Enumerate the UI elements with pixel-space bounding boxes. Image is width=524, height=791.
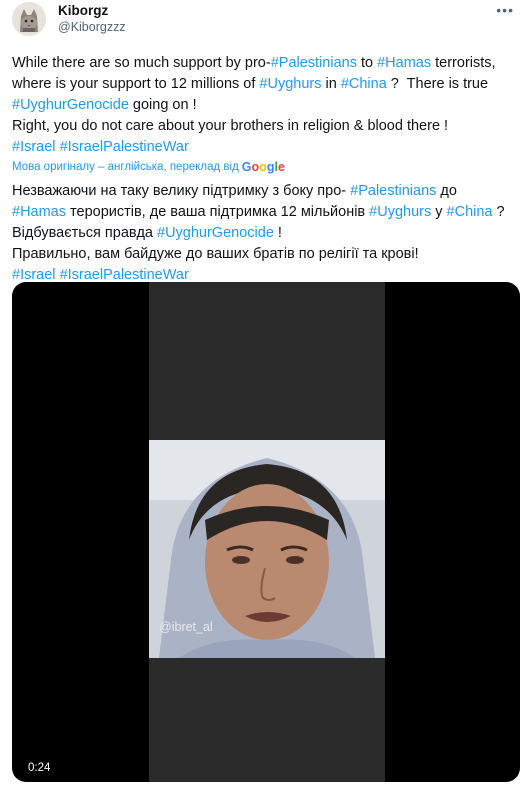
hashtag-israelpalestinewar[interactable]: #IsraelPalestineWar [60, 267, 189, 283]
video-player[interactable]: @ibret_al 0:24 [12, 282, 520, 782]
text-segment: ! [273, 225, 282, 241]
hashtag-uyghurs[interactable]: #Uyghurs [259, 76, 321, 92]
text-segment: where is your support to 12 millions of [12, 76, 260, 92]
cat-avatar-icon [12, 2, 46, 36]
tweet-text-translated: Незважаючи на таку велику підтримку з бо… [12, 181, 518, 286]
username[interactable]: @Kiborgzzz [58, 20, 126, 34]
hashtag-israelpalestinewar[interactable]: #IsraelPalestineWar [60, 139, 189, 155]
hashtag-uyghurgenocide[interactable]: #UyghurGenocide [12, 97, 129, 113]
hashtag-uyghurs[interactable]: #Uyghurs [369, 204, 431, 220]
text-segment: Правильно, вам байдуже до ваших братів п… [12, 246, 419, 262]
translation-note-text: Мова оригіналу – англійська, переклад ві… [12, 161, 239, 173]
text-segment: While there are so much support by pro- [12, 55, 271, 71]
video-still: @ibret_al [149, 440, 385, 658]
video-frame: @ibret_al [149, 282, 385, 782]
text-segment: ? [492, 204, 505, 220]
video-frame-bottom [149, 658, 385, 782]
text-segment: terrorists, [431, 55, 496, 71]
avatar[interactable] [12, 2, 46, 36]
hashtag-palestinians[interactable]: #Palestinians [271, 55, 357, 71]
hashtag-hamas[interactable]: #Hamas [12, 204, 66, 220]
text-segment: ? There is true [386, 76, 489, 92]
hashtag-palestinians[interactable]: #Palestinians [350, 183, 436, 199]
tweet-text-original: While there are so much support by pro-#… [12, 53, 518, 158]
hashtag-israel[interactable]: #Israel [12, 139, 56, 155]
hashtag-israel[interactable]: #Israel [12, 267, 56, 283]
more-options-icon[interactable]: ••• [496, 2, 514, 18]
hashtag-hamas[interactable]: #Hamas [377, 55, 431, 71]
hashtag-uyghurgenocide[interactable]: #UyghurGenocide [157, 225, 274, 241]
translation-attribution[interactable]: Мова оригіналу – англійська, переклад ві… [12, 160, 285, 174]
tweet-card: Kiborgz @Kiborgzzz ••• While there are s… [0, 0, 524, 791]
video-frame-top [149, 282, 385, 440]
video-watermark: @ibret_al [159, 620, 213, 634]
text-segment: to [356, 55, 378, 71]
text-segment: Незважаючи на таку велику підтримку з бо… [12, 183, 351, 199]
text-segment: in [321, 76, 341, 92]
text-segment: going on ! [128, 97, 197, 113]
google-logo: Google [241, 160, 285, 174]
text-segment: терористів, де ваша підтримка 12 мільйон… [66, 204, 370, 220]
text-segment: Right, you do not care about your brothe… [12, 118, 449, 134]
text-segment: Відбувається правда [12, 225, 157, 241]
hashtag-china[interactable]: #China [341, 76, 387, 92]
hashtag-china[interactable]: #China [447, 204, 493, 220]
text-segment: у [431, 204, 447, 220]
video-duration: 0:24 [28, 762, 51, 774]
display-name[interactable]: Kiborgz [58, 3, 108, 18]
text-segment: до [436, 183, 457, 199]
